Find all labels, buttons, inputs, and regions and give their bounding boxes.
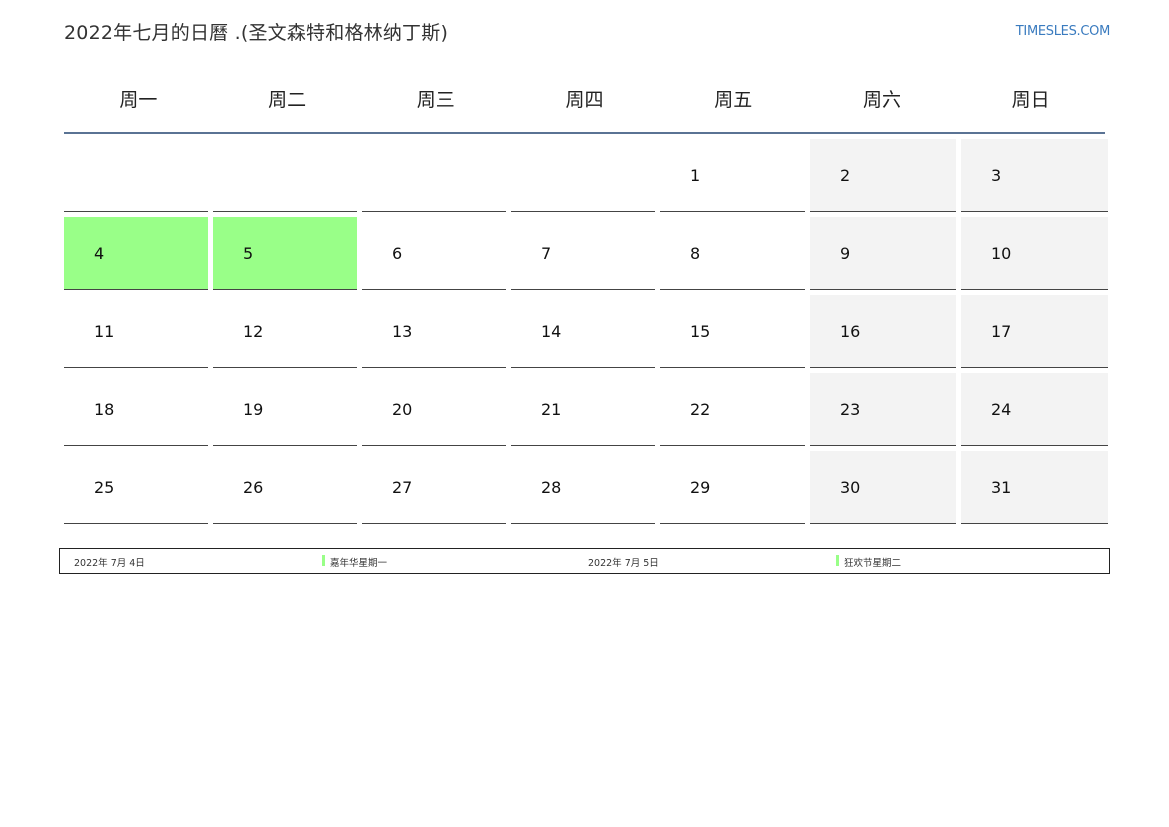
site-link[interactable]: TIMESLES.COM bbox=[1016, 24, 1111, 39]
day-cell-28[interactable]: 28 bbox=[511, 451, 655, 524]
day-cell-21[interactable]: 21 bbox=[511, 373, 655, 446]
day-number: 26 bbox=[243, 478, 264, 497]
day-cell-19[interactable]: 19 bbox=[213, 373, 357, 446]
day-number: 25 bbox=[94, 478, 115, 497]
day-number: 7 bbox=[541, 244, 552, 263]
weekday-tue: 周二 bbox=[268, 89, 307, 111]
day-cell-25[interactable]: 25 bbox=[64, 451, 208, 524]
legend-color-marker-1 bbox=[322, 555, 325, 566]
day-cell-14[interactable]: 14 bbox=[511, 295, 655, 368]
day-number: 28 bbox=[541, 478, 562, 497]
day-number: 29 bbox=[690, 478, 711, 497]
day-number: 19 bbox=[243, 400, 264, 419]
day-cell-29[interactable]: 29 bbox=[660, 451, 805, 524]
day-cell-18[interactable]: 18 bbox=[64, 373, 208, 446]
day-number: 10 bbox=[991, 244, 1012, 263]
day-cell-24[interactable]: 24 bbox=[961, 373, 1108, 446]
legend-date-2: 2022年 7月 5日 bbox=[588, 558, 659, 569]
day-number: 4 bbox=[94, 244, 105, 263]
legend-holiday-2: 狂欢节星期二 bbox=[844, 558, 902, 569]
day-number: 27 bbox=[392, 478, 413, 497]
weekday-sat: 周六 bbox=[862, 89, 901, 111]
day-cell-27[interactable]: 27 bbox=[362, 451, 506, 524]
day-cell-31[interactable]: 31 bbox=[961, 451, 1108, 524]
calendar-grid: 1 2 3 4 5 6 7 8 9 10 11 12 13 14 15 16 17 18 19 20 21 22 23 24 2… bbox=[64, 139, 1108, 524]
day-number: 11 bbox=[94, 322, 115, 341]
day-cell-9[interactable]: 9 bbox=[810, 217, 956, 290]
weekday-sun: 周日 bbox=[1011, 89, 1050, 111]
day-number: 24 bbox=[991, 400, 1012, 419]
day-cell-30[interactable]: 30 bbox=[810, 451, 956, 524]
legend-holiday-1: 嘉年华星期一 bbox=[330, 558, 388, 569]
weekday-fri: 周五 bbox=[714, 89, 753, 111]
day-number: 30 bbox=[840, 478, 861, 497]
day-cell-16[interactable]: 16 bbox=[810, 295, 956, 368]
day-number: 22 bbox=[690, 400, 711, 419]
weekday-thu: 周四 bbox=[565, 89, 604, 111]
day-cell-8[interactable]: 8 bbox=[660, 217, 805, 290]
empty-day-cell bbox=[511, 139, 655, 212]
empty-day-cell bbox=[362, 139, 506, 212]
day-cell-23[interactable]: 23 bbox=[810, 373, 956, 446]
day-number: 13 bbox=[392, 322, 413, 341]
day-cell-4[interactable]: 4 bbox=[64, 217, 208, 290]
day-number: 2 bbox=[840, 166, 851, 185]
day-number: 20 bbox=[392, 400, 413, 419]
day-cell-26[interactable]: 26 bbox=[213, 451, 357, 524]
day-number: 31 bbox=[991, 478, 1012, 497]
day-cell-20[interactable]: 20 bbox=[362, 373, 506, 446]
day-number: 18 bbox=[94, 400, 115, 419]
day-cell-11[interactable]: 11 bbox=[64, 295, 208, 368]
page-title: 2022年七月的日曆 .(圣文森特和格林纳丁斯) bbox=[64, 22, 449, 44]
day-cell-6[interactable]: 6 bbox=[362, 217, 506, 290]
day-number: 12 bbox=[243, 322, 264, 341]
day-cell-7[interactable]: 7 bbox=[511, 217, 655, 290]
day-number: 23 bbox=[840, 400, 861, 419]
day-number: 3 bbox=[991, 166, 1002, 185]
day-number: 5 bbox=[243, 244, 254, 263]
legend-color-marker-2 bbox=[836, 555, 839, 566]
day-number: 6 bbox=[392, 244, 403, 263]
day-cell-15[interactable]: 15 bbox=[660, 295, 805, 368]
day-cell-13[interactable]: 13 bbox=[362, 295, 506, 368]
day-cell-10[interactable]: 10 bbox=[961, 217, 1108, 290]
empty-day-cell bbox=[213, 139, 357, 212]
day-number: 9 bbox=[840, 244, 851, 263]
day-cell-1[interactable]: 1 bbox=[660, 139, 805, 212]
day-number: 8 bbox=[690, 244, 701, 263]
weekday-header: 周一 周二 周三 周四 周五 周六 周日 bbox=[64, 70, 1105, 134]
legend-date-1: 2022年 7月 4日 bbox=[74, 558, 145, 569]
day-cell-12[interactable]: 12 bbox=[213, 295, 357, 368]
day-cell-22[interactable]: 22 bbox=[660, 373, 805, 446]
empty-day-cell bbox=[64, 139, 208, 212]
day-number: 21 bbox=[541, 400, 562, 419]
holiday-legend: 2022年 7月 4日 嘉年华星期一 2022年 7月 5日 狂欢节星期二 bbox=[59, 548, 1110, 574]
day-number: 14 bbox=[541, 322, 562, 341]
day-cell-17[interactable]: 17 bbox=[961, 295, 1108, 368]
day-number: 17 bbox=[991, 322, 1012, 341]
day-cell-2[interactable]: 2 bbox=[810, 139, 956, 212]
weekday-mon: 周一 bbox=[119, 89, 158, 111]
day-number: 15 bbox=[690, 322, 711, 341]
weekday-wed: 周三 bbox=[416, 89, 455, 111]
day-number: 1 bbox=[690, 166, 701, 185]
day-number: 16 bbox=[840, 322, 861, 341]
day-cell-5[interactable]: 5 bbox=[213, 217, 357, 290]
day-cell-3[interactable]: 3 bbox=[961, 139, 1108, 212]
